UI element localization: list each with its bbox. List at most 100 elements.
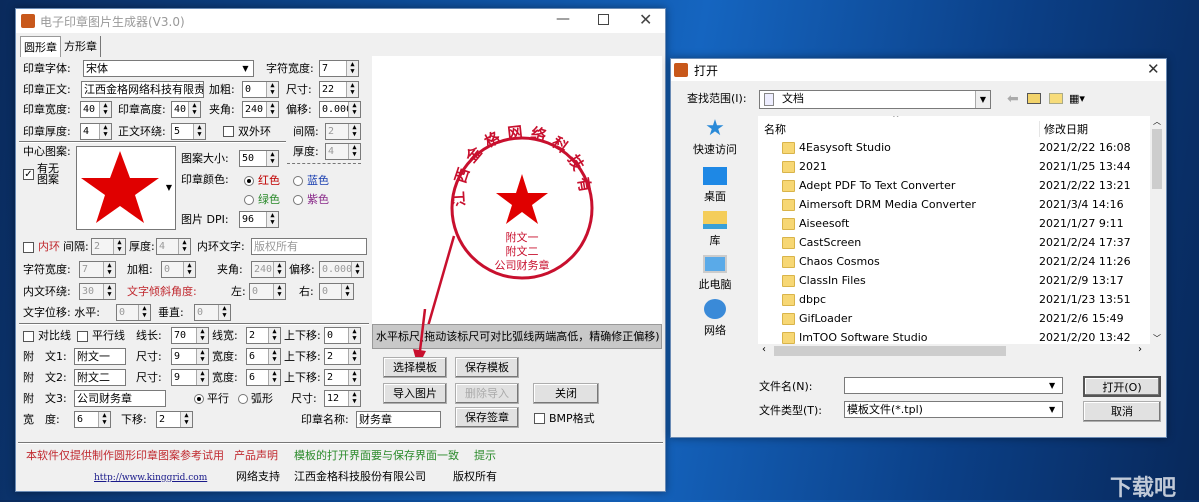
column-header-date[interactable]: 修改日期: [1039, 120, 1088, 137]
file-row[interactable]: Aiseesoft 2021/1/27 9:11: [758, 214, 1150, 233]
vertical-scrollbar[interactable]: ︿ ﹀: [1150, 116, 1164, 344]
file-row[interactable]: Aimersoft DRM Media Converter 2021/3/4 14…: [758, 195, 1150, 214]
spin-arrows-icon[interactable]: ▲ ▼: [346, 82, 358, 97]
spin-arrows-icon[interactable]: ▲ ▼: [196, 349, 208, 364]
spin-arrows-icon[interactable]: ▲ ▼: [98, 412, 110, 427]
dialog-close-button[interactable]: ✕: [1147, 60, 1160, 78]
spin-arrows-icon[interactable]: ▲ ▼: [196, 370, 208, 385]
spin-arrows-icon[interactable]: ▲ ▼: [348, 102, 360, 117]
line-length-spinner[interactable]: 70 ▲ ▼: [171, 327, 209, 344]
spin-arrows-icon[interactable]: ▲ ▼: [273, 262, 285, 277]
website-link[interactable]: http://www.kinggrid.com: [94, 471, 207, 485]
size-spinner[interactable]: 22 ▲ ▼: [319, 81, 359, 98]
spin-arrows-icon[interactable]: ▲ ▼: [268, 370, 280, 385]
cancel-button[interactable]: 取消: [1083, 401, 1161, 422]
inner-gap-spinner[interactable]: 2 ▲ ▼: [91, 238, 126, 255]
font-select[interactable]: 宋体 ▼: [83, 60, 254, 77]
extra2-width-spinner[interactable]: 6 ▲ ▼: [246, 369, 281, 386]
spin-arrows-icon[interactable]: ▲ ▼: [348, 144, 360, 159]
extra3-input[interactable]: 公司财务章: [74, 390, 166, 407]
spin-arrows-icon[interactable]: ▲ ▼: [348, 328, 360, 343]
spin-arrows-icon[interactable]: ▲ ▼: [188, 102, 200, 117]
declaration-link[interactable]: 产品声明: [234, 449, 278, 463]
mode-parallel-radio[interactable]: [194, 394, 204, 404]
file-row[interactable]: 2021 2021/1/25 13:44: [758, 157, 1150, 176]
spin-arrows-icon[interactable]: ▲ ▼: [346, 61, 358, 76]
spin-arrows-icon[interactable]: ▲ ▼: [273, 284, 285, 299]
spin-arrows-icon[interactable]: ▲ ▼: [113, 239, 125, 254]
place-this-pc[interactable]: 此电脑: [687, 253, 743, 292]
extra1-input[interactable]: 附文一: [74, 348, 126, 365]
horizontal-scrollbar[interactable]: ‹ ›: [758, 344, 1164, 358]
file-row[interactable]: ClassIn Files 2021/2/9 13:17: [758, 271, 1150, 290]
pattern-size-spinner[interactable]: 50 ▲ ▼: [239, 150, 279, 167]
file-row[interactable]: Chaos Cosmos 2021/2/24 11:26: [758, 252, 1150, 271]
spin-arrows-icon[interactable]: ▲ ▼: [178, 239, 190, 254]
view-menu-icon[interactable]: ▦▾: [1069, 92, 1085, 105]
spin-arrows-icon[interactable]: ▲ ▼: [103, 284, 115, 299]
shift-horizontal-spinner[interactable]: 0 ▲ ▼: [116, 304, 151, 321]
tilt-left-spinner[interactable]: 0 ▲ ▼: [249, 283, 286, 300]
save-seal-button[interactable]: 保存签章: [455, 407, 519, 428]
file-row[interactable]: 4Easysoft Studio 2021/2/22 16:08: [758, 138, 1150, 157]
offset-spinner[interactable]: 0.000 ▲ ▼: [319, 101, 361, 118]
import-image-button[interactable]: 导入图片: [383, 383, 447, 404]
extra2-size-spinner[interactable]: 9 ▲ ▼: [171, 369, 209, 386]
spin-arrows-icon[interactable]: ▲ ▼: [348, 370, 360, 385]
extra2-updown-spinner[interactable]: 2 ▲ ▼: [324, 369, 361, 386]
spin-arrows-icon[interactable]: ▲ ▼: [351, 262, 363, 277]
file-row[interactable]: dbpc 2021/1/23 13:51: [758, 290, 1150, 309]
parallel-line-checkbox[interactable]: [77, 331, 88, 342]
spin-arrows-icon[interactable]: ▲ ▼: [266, 212, 278, 227]
spin-arrows-icon[interactable]: ▲ ▼: [268, 349, 280, 364]
spin-arrows-icon[interactable]: ▲ ▼: [183, 262, 195, 277]
back-icon[interactable]: ⬅: [1007, 91, 1019, 107]
spin-arrows-icon[interactable]: ▲ ▼: [180, 412, 192, 427]
spin-arrows-icon[interactable]: ▲ ▼: [99, 102, 111, 117]
extra2-input[interactable]: 附文二: [74, 369, 126, 386]
tilt-right-spinner[interactable]: 0 ▲ ▼: [319, 283, 354, 300]
line-width-spinner[interactable]: 2 ▲ ▼: [246, 327, 281, 344]
file-row[interactable]: Adept PDF To Text Converter 2021/2/22 13:…: [758, 176, 1150, 195]
tip-link[interactable]: 提示: [474, 449, 496, 463]
filename-input[interactable]: [844, 377, 1063, 394]
spin-arrows-icon[interactable]: ▲ ▼: [196, 328, 208, 343]
open-button[interactable]: 打开(O): [1083, 376, 1161, 397]
chevron-down-icon[interactable]: ▼: [166, 183, 172, 192]
spin-arrows-icon[interactable]: ▲ ▼: [266, 151, 278, 166]
inner-thickness-spinner[interactable]: 4 ▲ ▼: [156, 238, 191, 255]
spin-arrows-icon[interactable]: ▲ ▼: [266, 82, 278, 97]
height-spinner[interactable]: 40 ▲ ▼: [171, 101, 201, 118]
spin-arrows-icon[interactable]: ▲ ▼: [348, 124, 360, 139]
chevron-down-icon[interactable]: ▼: [238, 61, 253, 76]
has-pattern-checkbox[interactable]: ✓: [23, 169, 34, 180]
thickness-spinner[interactable]: 4 ▲ ▼: [80, 123, 112, 140]
spin-arrows-icon[interactable]: ▲ ▼: [193, 124, 205, 139]
new-folder-icon[interactable]: [1049, 93, 1063, 104]
inner-wrap-spinner[interactable]: 30 ▲ ▼: [79, 283, 116, 300]
spin-arrows-icon[interactable]: ▲ ▼: [218, 305, 230, 320]
color-radio[interactable]: [293, 176, 303, 186]
spin-arrows-icon[interactable]: ▲ ▼: [266, 102, 278, 117]
extra3-width-spinner[interactable]: 6 ▲ ▼: [74, 411, 111, 428]
file-row[interactable]: GifLoader 2021/2/6 15:49: [758, 309, 1150, 328]
place-library[interactable]: 库: [687, 209, 743, 248]
close-app-button[interactable]: 关闭: [533, 383, 599, 404]
place-network[interactable]: 网络: [687, 297, 743, 338]
color-radio[interactable]: [244, 176, 254, 186]
inner-angle-spinner[interactable]: 240 ▲ ▼: [251, 261, 286, 278]
look-in-select[interactable]: 文档 ▼: [759, 90, 991, 109]
place-quick-access[interactable]: ★ 快速访问: [687, 117, 743, 157]
extra1-width-spinner[interactable]: 6 ▲ ▼: [246, 348, 281, 365]
extra3-size-spinner[interactable]: 12 ▲ ▼: [324, 390, 361, 407]
spin-arrows-icon[interactable]: ▲ ▼: [341, 284, 353, 299]
seal-name-input[interactable]: 财务章: [356, 411, 441, 428]
spin-arrows-icon[interactable]: ▲ ▼: [138, 305, 150, 320]
inner-ring-checkbox[interactable]: [23, 242, 34, 253]
select-template-button[interactable]: 选择模板: [383, 357, 447, 378]
up-folder-icon[interactable]: [1027, 93, 1041, 104]
extra1-updown-spinner[interactable]: 2 ▲ ▼: [324, 348, 361, 365]
seal-text-input[interactable]: 江西金格网络科技有限责: [81, 81, 204, 98]
width-spinner[interactable]: 40 ▲ ▼: [80, 101, 112, 118]
spin-arrows-icon[interactable]: ▲ ▼: [99, 124, 111, 139]
